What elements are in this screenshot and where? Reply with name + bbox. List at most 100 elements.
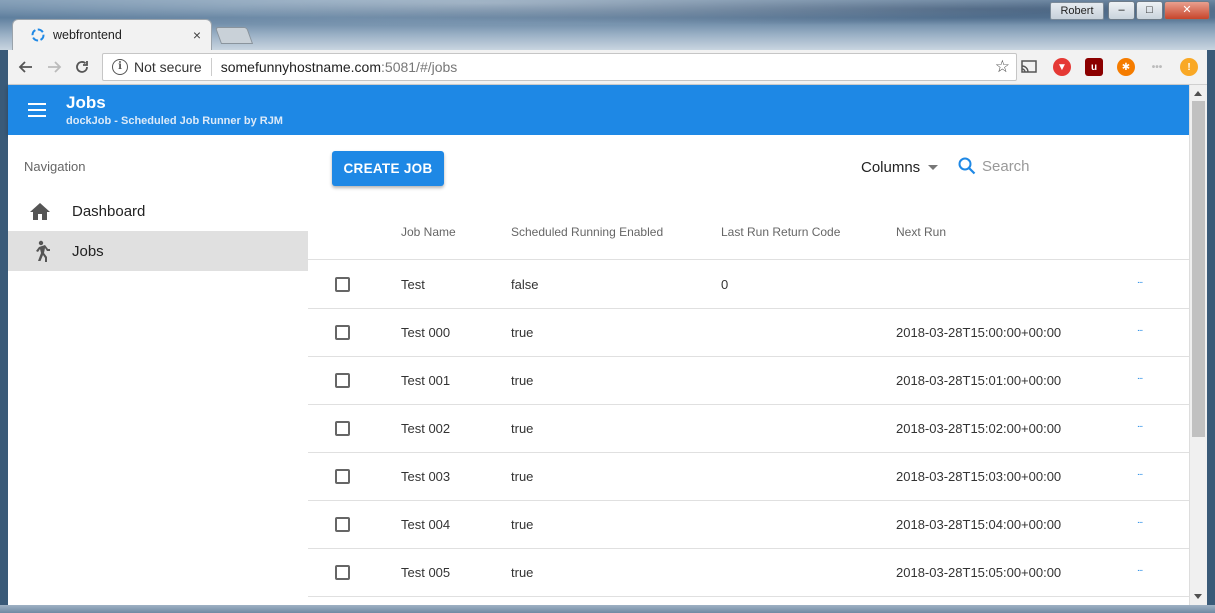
home-icon [8,201,72,221]
cell-next-run: 2018-03-28T15:03:00+00:00 [896,469,1062,484]
row-more-icon[interactable]: ... [1137,419,1143,430]
browser-toolbar: i Not secure somefunnyhostname.com:5081/… [8,50,1207,85]
table-row[interactable]: Test 001 true 2018-03-28T15:01:00+00:00 … [308,357,1189,405]
row-more-icon[interactable]: ... [1137,467,1143,478]
columns-dropdown[interactable]: Columns [861,159,939,176]
cell-next-run: 2018-03-28T15:02:00+00:00 [896,421,1062,436]
reload-button[interactable] [68,53,96,81]
cell-enabled: true [511,517,534,532]
close-window-button[interactable]: ✕ [1164,1,1210,20]
menu-icon[interactable] [28,103,46,117]
scroll-up-icon[interactable] [1194,91,1202,96]
cell-job-name: Test 002 [401,421,451,436]
security-label[interactable]: Not secure [134,59,202,75]
tab-close-icon[interactable]: × [193,27,201,43]
webfrontend-favicon-icon [31,28,45,42]
row-more-icon[interactable]: ... [1137,275,1143,286]
back-button[interactable] [12,53,40,81]
navigation-header: Navigation [24,159,86,174]
table-row[interactable]: Test 002 true 2018-03-28T15:02:00+00:00 … [308,405,1189,453]
column-header-job-name[interactable]: Job Name [401,225,456,239]
row-more-icon[interactable]: ... [1137,371,1143,382]
extension-down-icon[interactable]: ▼ [1053,58,1071,76]
page-body: Navigation Dashboard Jobs CREATE JOB Col… [8,135,1189,605]
table-row[interactable]: Test 005 true 2018-03-28T15:05:00+00:00 … [308,549,1189,597]
url-path: :5081/#/jobs [381,59,458,75]
cell-enabled: true [511,469,534,484]
row-checkbox[interactable] [335,325,350,340]
back-arrow-icon [18,61,32,73]
table-row[interactable]: Test 004 true 2018-03-28T15:04:00+00:00 … [308,501,1189,549]
chrome-update-icon[interactable]: ! [1180,58,1198,76]
page-title: Jobs [66,93,106,112]
forward-button[interactable] [40,53,68,81]
scrollbar-thumb[interactable] [1192,101,1205,437]
row-checkbox[interactable] [335,277,350,292]
cell-job-name: Test 001 [401,373,451,388]
jobs-content: CREATE JOB Columns Job Name Scheduled Ru… [308,135,1189,605]
columns-label: Columns [861,159,921,176]
cell-enabled: false [511,277,539,292]
sidebar-item-label: Jobs [72,242,104,260]
chevron-down-icon [928,165,939,170]
table-row[interactable]: Test false 0 ... [308,261,1189,309]
cell-job-name: Test 000 [401,325,451,340]
search-input[interactable] [982,157,1142,175]
sidebar-item-dashboard[interactable]: Dashboard [8,191,308,231]
url-host: somefunnyhostname.com [220,59,382,75]
cell-enabled: true [511,421,534,436]
bookmark-star-icon[interactable]: ☆ [995,57,1010,77]
cell-job-name: Test 003 [401,469,451,484]
tab-title: webfrontend [53,28,122,42]
sidebar-item-jobs[interactable]: Jobs [8,231,308,271]
cell-job-name: Test 004 [401,517,451,532]
row-checkbox[interactable] [335,469,350,484]
cell-next-run: 2018-03-28T15:00:00+00:00 [896,325,1062,340]
cell-job-name: Test 005 [401,565,451,580]
profile-button[interactable]: Robert [1050,2,1104,20]
cell-next-run: 2018-03-28T15:04:00+00:00 [896,517,1062,532]
column-header-scheduled-running-enabled[interactable]: Scheduled Running Enabled [511,225,663,239]
cast-icon[interactable] [1020,58,1038,76]
new-tab-button[interactable] [214,27,254,44]
extension-dots-icon[interactable]: ••• [1148,58,1166,76]
search-icon [958,157,976,175]
table-row[interactable]: Test 003 true 2018-03-28T15:03:00+00:00 … [308,453,1189,501]
maximize-button[interactable]: □ [1136,1,1163,20]
row-checkbox[interactable] [335,421,350,436]
column-header-next-run[interactable]: Next Run [896,225,946,239]
row-checkbox[interactable] [335,373,350,388]
row-more-icon[interactable]: ... [1137,515,1143,526]
table-header: Job Name Scheduled Running Enabled Last … [308,210,1189,260]
scroll-down-icon[interactable] [1194,594,1202,599]
address-bar[interactable]: i Not secure somefunnyhostname.com:5081/… [102,53,1017,81]
browser-tab[interactable]: webfrontend × [12,19,212,50]
window-frame-bottom [0,605,1215,613]
reload-icon [76,61,88,73]
cell-enabled: true [511,325,534,340]
omnibox-divider [210,58,212,76]
app-header: Jobs dockJob - Scheduled Job Runner by R… [8,85,1189,135]
cell-job-name: Test [401,277,425,292]
sidebar: Navigation Dashboard Jobs [8,135,308,605]
extension-lifebuoy-icon[interactable]: ✱ [1117,58,1135,76]
search-box[interactable] [958,157,1142,175]
forward-arrow-icon [48,61,62,73]
create-job-button[interactable]: CREATE JOB [332,151,444,186]
row-more-icon[interactable]: ... [1137,323,1143,334]
cell-enabled: true [511,565,534,580]
row-checkbox[interactable] [335,565,350,580]
vertical-scrollbar[interactable] [1189,85,1207,605]
app-subtitle: dockJob - Scheduled Job Runner by RJM [66,115,283,127]
table-row[interactable]: Test 000 true 2018-03-28T15:00:00+00:00 … [308,309,1189,357]
row-checkbox[interactable] [335,517,350,532]
cell-return-code: 0 [721,277,729,292]
minimize-button[interactable]: – [1108,1,1135,20]
row-more-icon[interactable]: ... [1137,563,1143,574]
column-header-last-run-return-code[interactable]: Last Run Return Code [721,225,840,239]
cell-next-run: 2018-03-28T15:01:00+00:00 [896,373,1062,388]
info-icon[interactable]: i [112,59,128,75]
ublock-icon[interactable]: u [1085,58,1103,76]
window-titlebar: webfrontend × Robert – □ ✕ [0,0,1215,50]
cell-enabled: true [511,373,534,388]
